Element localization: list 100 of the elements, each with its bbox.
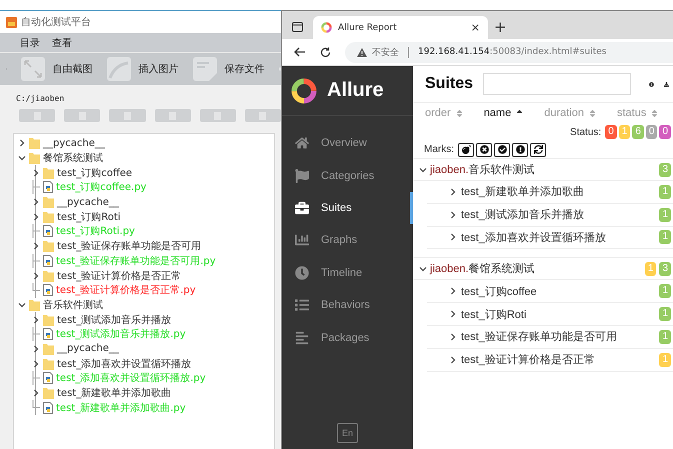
window-icon[interactable]: [292, 22, 303, 32]
chevron-down-icon[interactable]: [18, 154, 26, 162]
folder-icon: [43, 314, 54, 326]
chevron-down-icon[interactable]: [419, 166, 427, 174]
toolbar-button[interactable]: 保存文件: [192, 57, 264, 81]
folder-name[interactable]: test_验证保存账单功能是否可用: [57, 239, 202, 254]
chevron-right-icon[interactable]: [32, 272, 40, 280]
browser-tab[interactable]: Allure Report ×: [313, 16, 488, 39]
close-tab-button[interactable]: ×: [470, 21, 480, 34]
python-file-icon: [43, 181, 53, 194]
chevron-right-icon[interactable]: [449, 287, 457, 296]
folder-name[interactable]: test_添加喜欢并设置循环播放: [57, 356, 192, 371]
python-file-icon: [43, 402, 53, 414]
chevron-right-icon[interactable]: [449, 310, 457, 318]
suite-name[interactable]: jiaoben.音乐软件测试: [430, 162, 656, 177]
folder-name[interactable]: test_验证计算价格是否正常: [57, 268, 182, 283]
python-file-icon: [43, 225, 53, 238]
new-tab-button[interactable]: +: [494, 18, 507, 39]
test-name[interactable]: test_验证计算价格是否正常: [461, 352, 656, 368]
count-badge: 1: [659, 330, 671, 344]
search-field[interactable]: [483, 73, 632, 95]
file-name[interactable]: test_验证计算价格是否正常.py: [56, 283, 196, 298]
chevron-right-icon[interactable]: [32, 316, 40, 324]
reload-icon[interactable]: [320, 46, 331, 58]
folder-icon: [43, 166, 54, 179]
python-file-icon: [43, 284, 53, 296]
document-icon: [192, 57, 216, 81]
nav-item[interactable]: Suites: [282, 192, 413, 224]
chevron-down-icon[interactable]: [419, 264, 427, 273]
count-badge: 1: [659, 307, 671, 322]
folder-icon: [43, 387, 54, 400]
sort-icon: [650, 108, 660, 118]
menu-item[interactable]: 目录: [20, 36, 40, 50]
chevron-right-icon[interactable]: [449, 356, 457, 364]
house-icon: [295, 136, 309, 150]
test-name[interactable]: test_验证保存账单功能是否可用: [461, 329, 656, 344]
folder-name[interactable]: test_新建歌单并添加歌曲: [57, 386, 172, 400]
chevron-right-icon[interactable]: [449, 332, 457, 341]
count-badge: 1: [659, 208, 671, 222]
test-name[interactable]: test_测试添加音乐并播放: [461, 207, 656, 222]
suite-name[interactable]: jiaoben.餐馆系统测试: [430, 261, 642, 276]
nav-item[interactable]: Behaviors: [282, 288, 413, 322]
chevron-right-icon[interactable]: [449, 233, 457, 242]
expand-arrows-icon: [20, 57, 44, 81]
mark-filter-button[interactable]: [530, 142, 546, 156]
lines-icon: [295, 330, 309, 345]
nav-item[interactable]: Categories: [282, 159, 413, 192]
folder-name[interactable]: __pycache__: [57, 343, 119, 354]
folder-icon: [43, 342, 54, 355]
toolbar-button[interactable]: 插入图片: [106, 57, 178, 81]
python-file-icon: [43, 328, 53, 340]
refresh-icon: [534, 145, 542, 154]
chevron-right-icon[interactable]: [32, 389, 40, 398]
folder-name[interactable]: __pycache__: [57, 196, 119, 208]
mark-filter-button[interactable]: [494, 142, 510, 156]
window-title: 自动化测试平台: [21, 16, 91, 29]
cross-icon: [480, 145, 488, 154]
mark-filter-button[interactable]: [458, 142, 474, 156]
chevron-right-icon[interactable]: [32, 242, 40, 250]
toolbar-button[interactable]: 自由截图: [20, 57, 92, 81]
mark-filter-button[interactable]: [476, 142, 492, 156]
image-icon: [106, 57, 130, 81]
count-badge: 1: [644, 262, 656, 276]
sort-column[interactable]: name: [484, 107, 524, 119]
chevron-right-icon[interactable]: [449, 210, 457, 219]
folder-icon: [43, 270, 54, 282]
count-badge: 1: [659, 284, 671, 298]
chevron-right-icon[interactable]: [32, 168, 40, 177]
test-name[interactable]: test_新建歌单并添加歌曲: [461, 184, 656, 200]
folder-name[interactable]: test_测试添加音乐并播放: [57, 312, 172, 327]
nav-item[interactable]: Packages: [282, 321, 413, 354]
chevron-right-icon[interactable]: [449, 188, 457, 196]
back-icon[interactable]: [294, 47, 306, 57]
brand-name: Allure: [327, 79, 384, 102]
list-icon: [295, 298, 309, 312]
python-file-icon: [43, 254, 53, 267]
sort-icon: [588, 108, 597, 118]
folder-name[interactable]: 餐馆系统测试: [43, 151, 103, 166]
nav-item[interactable]: Graphs: [282, 224, 413, 257]
language-button[interactable]: En: [337, 423, 358, 443]
marks-label: Marks:: [424, 144, 454, 155]
folder-name[interactable]: 音乐软件测试: [43, 298, 103, 312]
logo-icon: [291, 78, 317, 104]
nav-item[interactable]: Timeline: [282, 256, 413, 289]
test-name[interactable]: test_添加喜欢并设置循环播放: [461, 230, 656, 245]
test-name[interactable]: test_订购coffee: [461, 284, 656, 299]
test-name[interactable]: test_订购Roti: [461, 306, 656, 322]
python-file-icon: [43, 372, 53, 384]
folder-icon: [29, 152, 40, 164]
mark-filter-button[interactable]: [512, 142, 528, 156]
folder-name[interactable]: test_订购coffee: [57, 166, 132, 180]
folder-name[interactable]: test_订购Roti: [57, 210, 121, 224]
chevron-right-icon[interactable]: [18, 139, 26, 148]
folder-icon: [43, 358, 54, 370]
url-text[interactable]: 192.168.41.154:50083/index.html#suites: [418, 47, 606, 57]
menu-item[interactable]: 查看: [52, 36, 72, 50]
folder-name[interactable]: __pycache__: [43, 138, 105, 149]
folder-icon: [43, 240, 54, 252]
chevron-down-icon[interactable]: [18, 300, 26, 309]
nav-item[interactable]: Overview: [282, 127, 413, 160]
